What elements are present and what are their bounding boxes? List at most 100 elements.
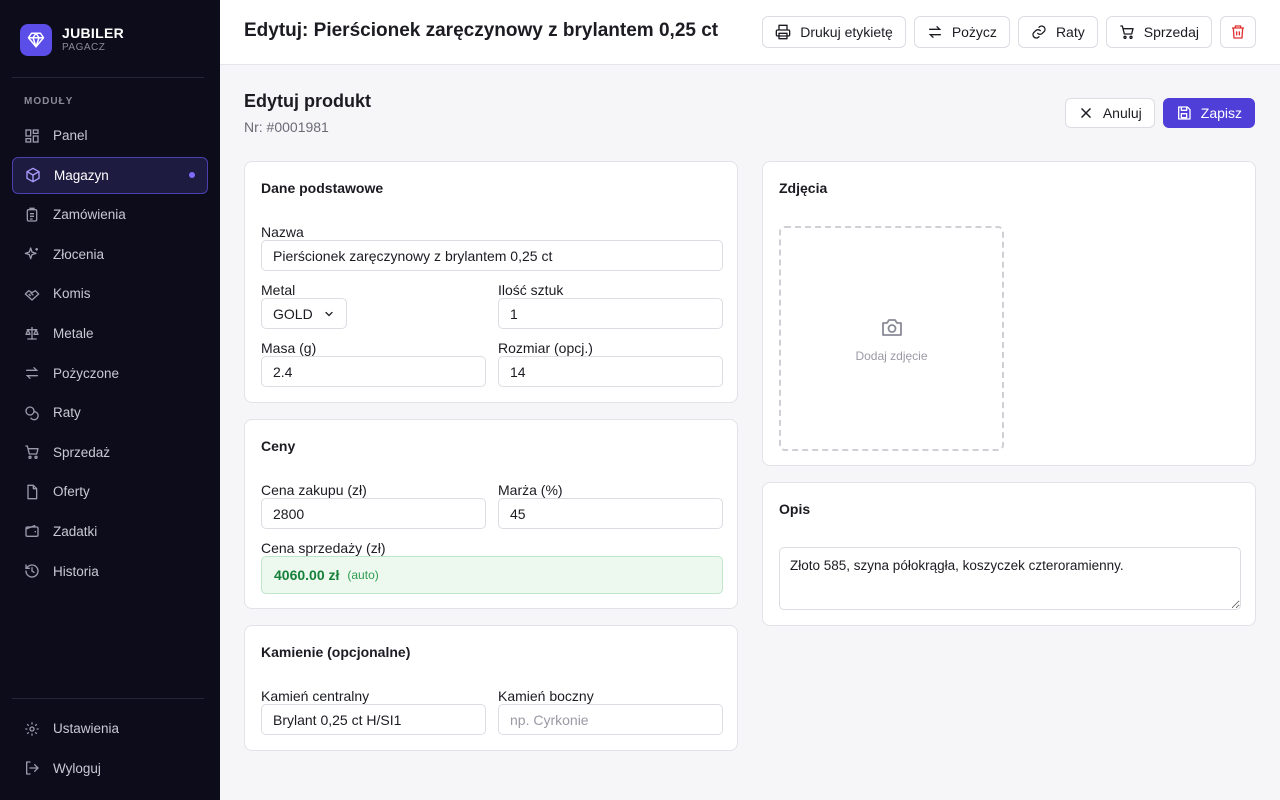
sidebar-divider xyxy=(12,77,204,78)
logout-icon xyxy=(24,760,40,776)
sidebar-item-zamowienia[interactable]: Zamówienia xyxy=(12,196,208,233)
sidebar-item-komis[interactable]: Komis xyxy=(12,275,208,312)
file-icon xyxy=(24,484,40,500)
margin-input[interactable] xyxy=(498,498,723,529)
sidebar-item-panel[interactable]: Panel xyxy=(12,117,208,154)
metal-label: Metal xyxy=(261,282,296,298)
lend-text: Pożycz xyxy=(951,24,997,40)
sidebar-item-raty[interactable]: Raty xyxy=(12,394,208,431)
sidebar-item-sprzedaz[interactable]: Sprzedaż xyxy=(12,434,208,471)
purchase-price-input[interactable] xyxy=(261,498,486,529)
handshake-icon xyxy=(24,286,40,302)
installments-text: Raty xyxy=(1055,24,1085,40)
description-textarea[interactable]: Złoto 585, szyna półokrągła, koszyczek c… xyxy=(779,547,1241,610)
save-text: Zapisz xyxy=(1200,105,1242,121)
sidebar-item-label: Pożyczone xyxy=(53,365,120,381)
sidebar-item-magazyn[interactable]: Magazyn xyxy=(12,156,208,194)
trash-icon xyxy=(1230,24,1246,40)
scale-icon xyxy=(24,325,40,341)
central-stone-input[interactable] xyxy=(261,704,486,735)
sidebar-item-zlocenia[interactable]: Złocenia xyxy=(12,236,208,273)
arrows-icon xyxy=(24,365,40,381)
name-input[interactable] xyxy=(261,240,723,271)
mass-label: Masa (g) xyxy=(261,340,317,356)
sidebar-item-label: Panel xyxy=(53,128,88,143)
add-photo-dropzone[interactable]: Dodaj zdjęcie xyxy=(779,226,1004,451)
sidebar-item-label: Oferty xyxy=(53,484,90,500)
wallet-icon xyxy=(24,523,40,539)
size-label: Rozmiar (opcj.) xyxy=(498,340,593,356)
camera-icon xyxy=(880,315,904,344)
brand: JUBILER PAGACZ xyxy=(20,24,124,56)
box-icon xyxy=(25,167,41,183)
lend-button[interactable]: Pożycz xyxy=(913,16,1010,48)
card-title: Opis xyxy=(779,501,811,517)
sidebar-item-oferty[interactable]: Oferty xyxy=(12,473,208,510)
card-title: Zdjęcia xyxy=(779,180,828,196)
sidebar-item-label: Sprzedaż xyxy=(53,444,111,460)
cart-icon xyxy=(1119,24,1135,40)
sidebar-item-label: Metale xyxy=(53,325,94,341)
sell-button[interactable]: Sprzedaj xyxy=(1105,16,1212,48)
card-title: Kamienie (opcjonalne) xyxy=(261,644,411,660)
side-stone-input[interactable] xyxy=(498,704,723,735)
installments-button[interactable]: Raty xyxy=(1017,16,1098,48)
mass-input[interactable] xyxy=(261,356,486,387)
dashboard-icon xyxy=(24,128,40,144)
sidebar-item-wyloguj[interactable]: Wyloguj xyxy=(12,750,208,787)
size-input[interactable] xyxy=(498,356,723,387)
product-number: Nr: #0001981 xyxy=(244,119,329,135)
active-indicator xyxy=(189,172,195,179)
quantity-label: Ilość sztuk xyxy=(498,282,564,298)
chevron-down-icon xyxy=(323,308,335,320)
photos-card: Zdjęcia Dodaj zdjęcie xyxy=(762,161,1256,466)
central-stone-label: Kamień centralny xyxy=(261,688,370,704)
sale-price-display: 4060.00 zł (auto) xyxy=(261,556,723,594)
history-icon xyxy=(24,563,40,579)
sidebar-item-zadatki[interactable]: Zadatki xyxy=(12,513,208,550)
header-actions: Drukuj etykietę Pożycz Raty Sprzedaj xyxy=(754,16,1256,48)
card-title: Dane podstawowe xyxy=(261,180,384,196)
sidebar-item-label: Raty xyxy=(53,405,81,421)
sidebar-item-label: Komis xyxy=(53,286,91,302)
sidebar-item-label: Zamówienia xyxy=(53,207,126,223)
printer-icon xyxy=(775,24,791,40)
print-label-button[interactable]: Drukuj etykietę xyxy=(762,16,906,48)
basic-info-card: Dane podstawowe Nazwa Metal GOLD Ilość s… xyxy=(244,161,738,403)
clipboard-icon xyxy=(24,207,40,223)
sidebar-nav: Panel Magazyn Zamówienia Złocenia Komis … xyxy=(12,117,208,592)
cart-icon xyxy=(24,444,40,460)
top-header: Edytuj: Pierścionek zaręczynowy z brylan… xyxy=(220,0,1280,65)
print-label-text: Drukuj etykietę xyxy=(800,24,893,40)
save-button[interactable]: Zapisz xyxy=(1162,98,1255,128)
quantity-input[interactable] xyxy=(498,298,723,329)
sidebar-divider xyxy=(12,698,204,699)
sidebar-item-label: Historia xyxy=(53,563,99,579)
margin-label: Marża (%) xyxy=(498,482,563,498)
metal-select[interactable]: GOLD xyxy=(261,298,347,329)
sidebar-item-label: Złocenia xyxy=(53,246,105,262)
sidebar-item-ustawienia[interactable]: Ustawienia xyxy=(12,710,208,747)
cancel-button[interactable]: Anuluj xyxy=(1064,98,1155,128)
description-card: Opis Złoto 585, szyna półokrągła, koszyc… xyxy=(762,482,1256,626)
sidebar-item-pozyczone[interactable]: Pożyczone xyxy=(12,355,208,392)
sidebar-item-label: Ustawienia xyxy=(53,721,120,736)
sparkle-icon xyxy=(24,246,40,262)
sidebar-bottom: Ustawienia Wyloguj xyxy=(12,710,208,789)
stones-card: Kamienie (opcjonalne) Kamień centralny K… xyxy=(244,625,738,751)
coins-icon xyxy=(24,405,40,421)
sale-price-value: 4060.00 zł xyxy=(274,567,340,583)
sidebar-item-historia[interactable]: Historia xyxy=(12,553,208,590)
sale-price-auto-note: (auto) xyxy=(347,568,379,582)
name-label: Nazwa xyxy=(261,224,304,240)
page-title: Edytuj produkt xyxy=(244,91,371,111)
save-icon xyxy=(1176,105,1192,121)
sidebar-item-metale[interactable]: Metale xyxy=(12,315,208,352)
link-icon xyxy=(1031,24,1047,40)
side-stone-label: Kamień boczny xyxy=(498,688,594,704)
delete-button[interactable] xyxy=(1220,16,1256,48)
header-title: Edytuj: Pierścionek zaręczynowy z brylan… xyxy=(244,20,719,41)
metal-select-value: GOLD xyxy=(273,305,313,322)
close-icon xyxy=(1078,105,1094,121)
page-actions: Anuluj Zapisz xyxy=(1057,98,1255,128)
